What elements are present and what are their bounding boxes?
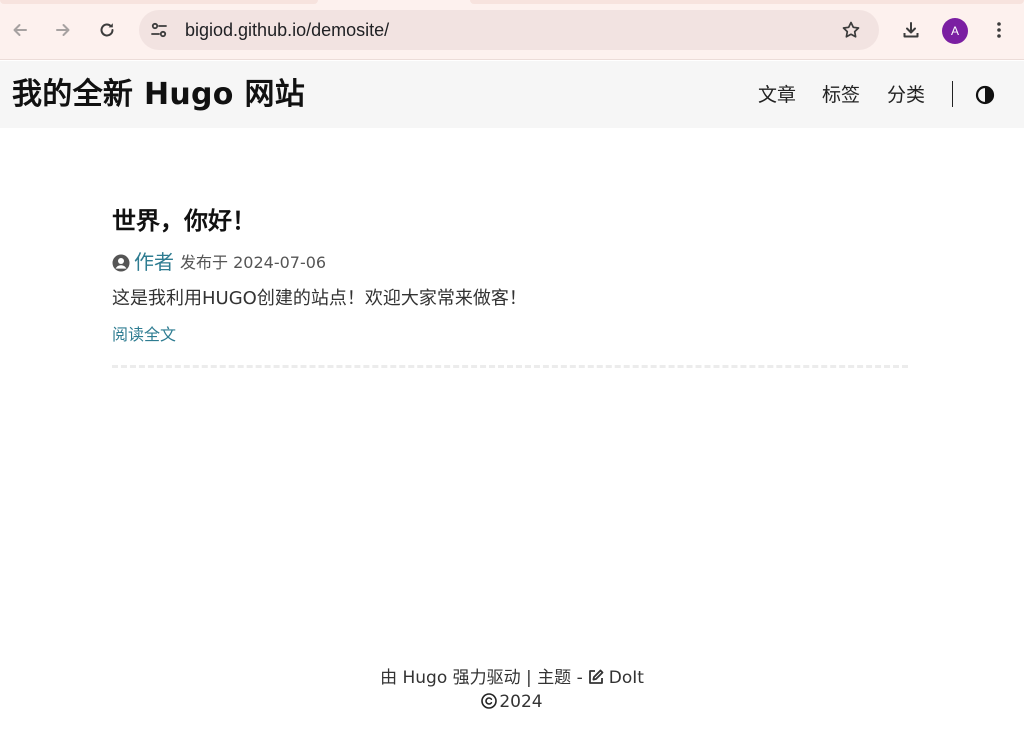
footer-year: 2024: [499, 692, 543, 712]
profile-avatar[interactable]: A: [942, 18, 968, 44]
back-button[interactable]: [4, 14, 36, 46]
bookmark-star-icon[interactable]: [841, 20, 861, 40]
site-title[interactable]: 我的全新 Hugo 网站: [12, 77, 305, 113]
forward-arrow-icon: [56, 24, 70, 36]
menu-item-categories[interactable]: 分类: [887, 82, 925, 108]
footer-copyright-line: 2024: [0, 690, 1024, 714]
reload-button[interactable]: [91, 14, 123, 46]
url-text[interactable]: bigiod.github.io/demosite/: [185, 20, 389, 40]
forward-button[interactable]: [47, 14, 79, 46]
read-more-link[interactable]: 阅读全文: [112, 324, 176, 346]
more-vert-icon: [997, 22, 1001, 38]
more-menu-button[interactable]: [983, 14, 1015, 46]
user-circle-icon: [112, 254, 130, 272]
post-title[interactable]: 世界，你好！: [112, 206, 256, 236]
post-separator: [112, 365, 908, 368]
menu-item-posts[interactable]: 文章: [758, 82, 796, 108]
footer-powered-line: 由 Hugo 强力驱动 | 主题 - DoIt: [0, 666, 1024, 690]
back-arrow-icon: [13, 24, 27, 36]
footer-powered-suffix: 强力驱动: [452, 668, 521, 688]
menu-divider: [952, 81, 953, 107]
footer-hugo-link[interactable]: Hugo: [402, 668, 447, 688]
footer-theme-label: 主题 -: [537, 668, 583, 688]
address-bar[interactable]: bigiod.github.io/demosite/: [139, 10, 879, 50]
copyright-icon: [481, 693, 498, 709]
post-author[interactable]: 作者: [134, 248, 174, 276]
menu-item-tags[interactable]: 标签: [822, 82, 860, 108]
site-footer: 由 Hugo 强力驱动 | 主题 - DoIt 2024: [0, 666, 1024, 714]
tab-strip: [0, 0, 1024, 4]
downloads-button[interactable]: [895, 14, 927, 46]
footer-powered-prefix: 由: [380, 668, 398, 688]
post-published: 发布于 2024-07-06: [180, 252, 326, 274]
site-settings-icon[interactable]: [149, 20, 169, 40]
post-summary-text: 这是我利用HUGO创建的站点！欢迎大家常来做客！: [112, 288, 527, 309]
post-date: 2024-07-06: [233, 253, 327, 272]
edit-icon: [588, 669, 604, 684]
download-icon: [903, 22, 919, 38]
footer-theme-link[interactable]: DoIt: [609, 668, 644, 688]
footer-separator: |: [526, 668, 532, 688]
published-prefix: 发布于: [180, 253, 229, 272]
site-header: 我的全新 Hugo 网站 文章 标签 分类: [0, 61, 1024, 128]
browser-toolbar: bigiod.github.io/demosite/ A: [0, 0, 1024, 60]
theme-toggle-icon[interactable]: [975, 85, 995, 105]
reload-icon: [100, 23, 114, 37]
